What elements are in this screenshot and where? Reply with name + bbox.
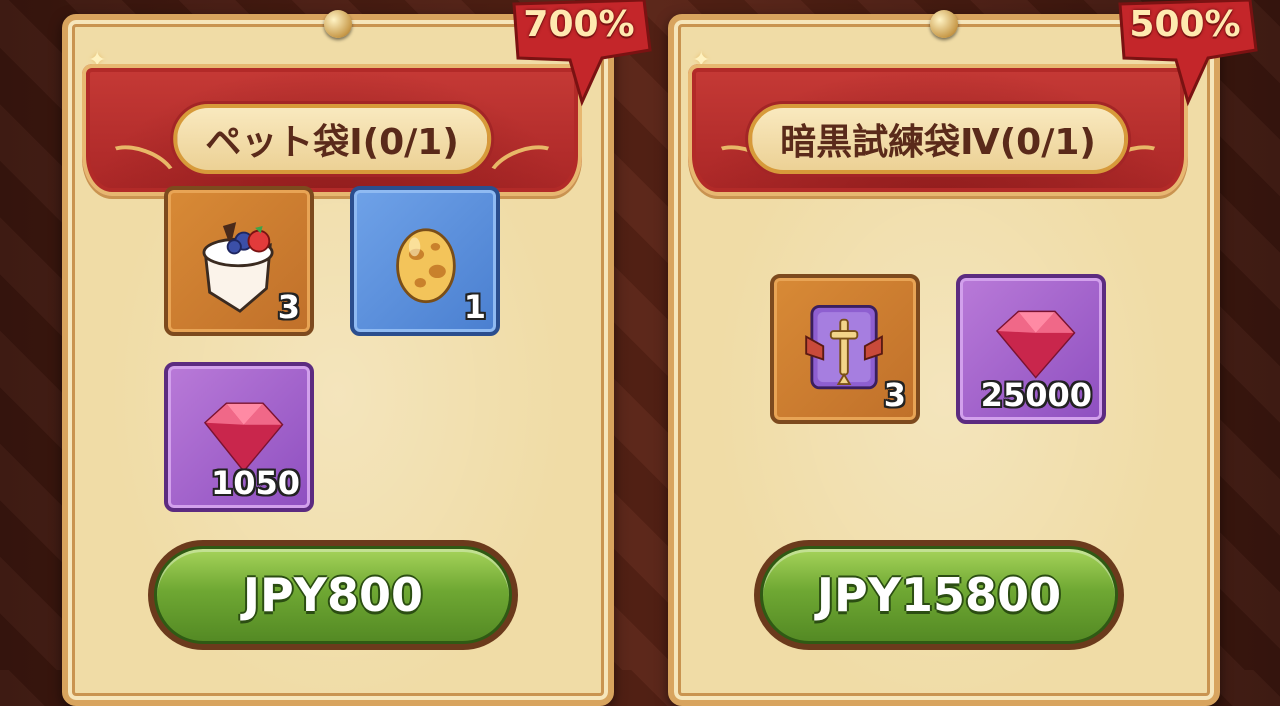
reward-slot-cake[interactable]: 3 (164, 186, 314, 336)
bonus-percent: 700% (523, 4, 635, 45)
title-plate: 暗黒試練袋Ⅳ(0/1) (748, 104, 1128, 174)
price-label: JPY800 (242, 568, 424, 622)
pin-icon (324, 10, 352, 38)
reward-slot-gem[interactable]: 25000 (956, 274, 1106, 424)
offer-card-pet-bag: ✦ ペット袋Ⅰ(0/1) 700% 3 1 1050 JPY800 (62, 0, 652, 706)
title-plate: ペット袋Ⅰ(0/1) (173, 104, 491, 174)
price-label: JPY15800 (816, 568, 1062, 622)
item-quantity: 25000 (980, 376, 1092, 414)
pin-icon (930, 10, 958, 38)
reward-slot-egg[interactable]: 1 (350, 186, 500, 336)
item-quantity: 1 (463, 288, 486, 326)
item-quantity: 3 (277, 288, 300, 326)
bonus-percent: 500% (1129, 4, 1241, 45)
bonus-badge: 700% (504, 0, 654, 108)
offer-title: 暗黒試練袋Ⅳ(0/1) (780, 122, 1096, 163)
offer-card-dark-trial-bag: ✦ 暗黒試練袋Ⅳ(0/1) 500% 3 25000 JPY15800 (668, 0, 1258, 706)
item-quantity: 3 (883, 376, 906, 414)
bonus-badge: 500% (1110, 0, 1260, 108)
buy-button[interactable]: JPY800 (148, 540, 518, 650)
item-quantity: 1050 (210, 464, 300, 502)
reward-slot-sword-card[interactable]: 3 (770, 274, 920, 424)
buy-button[interactable]: JPY15800 (754, 540, 1124, 650)
offer-title: ペット袋Ⅰ(0/1) (205, 122, 459, 163)
reward-slot-gem[interactable]: 1050 (164, 362, 314, 512)
